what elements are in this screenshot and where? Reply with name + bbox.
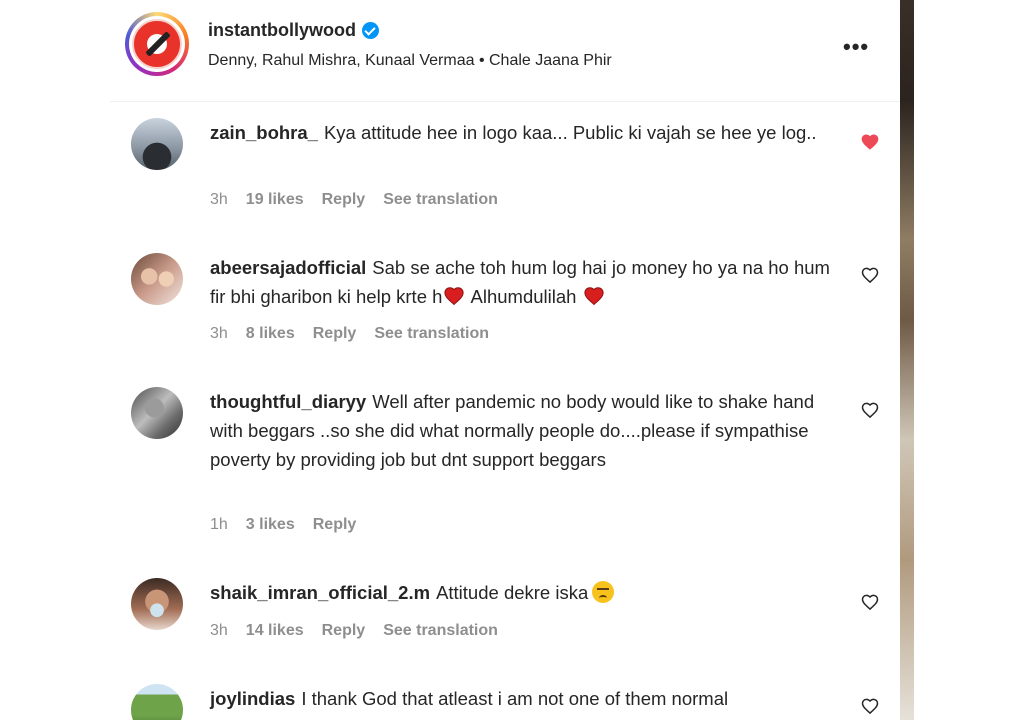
brand-logo [132, 19, 182, 69]
unamused-face-emoji-icon [592, 581, 615, 603]
comment-text-continued: Alhumdulilah [466, 286, 582, 307]
background-video-strip [900, 0, 914, 720]
comment-time[interactable]: 1h [210, 516, 228, 534]
avatar[interactable] [131, 387, 183, 439]
comment-text: Kya attitude hee in logo kaa... Public k… [323, 122, 817, 143]
comment-likes[interactable]: 8 likes [246, 325, 295, 343]
heart-outline-icon[interactable] [860, 696, 880, 716]
profile-avatar[interactable] [125, 12, 189, 76]
comment-meta: 1h 3 likes Reply [210, 516, 374, 534]
avatar[interactable] [131, 684, 183, 720]
comment-meta: 3h 19 likes Reply See translation [210, 191, 516, 209]
comment-time[interactable]: 3h [210, 191, 228, 209]
reply-button[interactable]: Reply [313, 325, 357, 343]
comment-meta: 3h 14 likes Reply See translation [210, 622, 516, 640]
comment-likes[interactable]: 3 likes [246, 516, 295, 534]
comment-username[interactable]: shaik_imran_official_2.m [210, 582, 430, 603]
reply-button[interactable]: Reply [313, 516, 357, 534]
avatar[interactable] [131, 253, 183, 305]
red-heart-emoji-icon [444, 287, 465, 306]
red-heart-emoji-icon [583, 287, 604, 306]
comment-username[interactable]: joylindias [210, 688, 295, 709]
more-options-icon[interactable]: ••• [843, 34, 869, 60]
post-header: instantbollywood Denny, Rahul Mishra, Ku… [110, 0, 900, 102]
comment-time[interactable]: 3h [210, 622, 228, 640]
comment-text: Attitude dekre iska [436, 582, 589, 603]
account-username[interactable]: instantbollywood [208, 20, 356, 41]
see-translation-button[interactable]: See translation [374, 325, 489, 343]
comment-time[interactable]: 3h [210, 325, 228, 343]
see-translation-button[interactable]: See translation [383, 191, 498, 209]
avatar[interactable] [131, 578, 183, 630]
comment-username[interactable]: zain_bohra_ [210, 122, 318, 143]
comment-text: I thank God that atleast i am not one of… [301, 688, 729, 709]
comment-meta: 3h 8 likes Reply See translation [210, 325, 507, 343]
heart-outline-icon[interactable] [860, 265, 880, 285]
comment-likes[interactable]: 19 likes [246, 191, 304, 209]
reply-button[interactable]: Reply [322, 191, 366, 209]
reply-button[interactable]: Reply [322, 622, 366, 640]
audio-attribution[interactable]: Denny, Rahul Mishra, Kunaal Vermaa • Cha… [208, 52, 612, 70]
comment-username[interactable]: abeersajadofficial [210, 257, 366, 278]
comments-panel: instantbollywood Denny, Rahul Mishra, Ku… [110, 0, 900, 720]
avatar[interactable] [131, 118, 183, 170]
verified-badge-icon [362, 22, 379, 39]
see-translation-button[interactable]: See translation [383, 622, 498, 640]
heart-outline-icon[interactable] [860, 592, 880, 612]
heart-filled-icon[interactable] [860, 132, 880, 152]
comment-likes[interactable]: 14 likes [246, 622, 304, 640]
heart-outline-icon[interactable] [860, 400, 880, 420]
comment-username[interactable]: thoughtful_diaryy [210, 391, 366, 412]
